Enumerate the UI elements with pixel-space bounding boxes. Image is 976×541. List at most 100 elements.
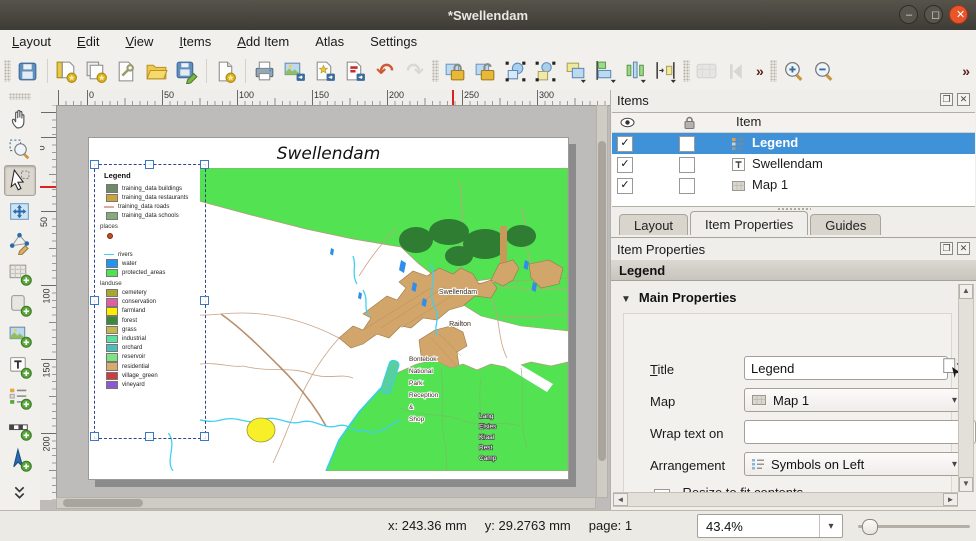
main-properties-section-header[interactable]: ▼Main Properties bbox=[621, 290, 736, 305]
items-row-map[interactable]: ✓ Map 1 bbox=[612, 175, 975, 196]
more-tools-button[interactable] bbox=[4, 477, 36, 508]
menu-atlas[interactable]: Atlas bbox=[315, 34, 344, 49]
save-project-button[interactable] bbox=[13, 56, 43, 86]
float-panel-icon[interactable]: ❐ bbox=[940, 93, 953, 106]
scroll-right-icon[interactable]: ► bbox=[943, 493, 958, 506]
tab-guides[interactable]: Guides bbox=[810, 214, 881, 235]
canvas-horizontal-scrollbar[interactable] bbox=[56, 497, 596, 509]
selection-handle[interactable] bbox=[90, 296, 99, 305]
scroll-up-icon[interactable]: ▲ bbox=[959, 284, 973, 299]
zoom-in-button[interactable] bbox=[779, 56, 809, 86]
toolbar-overflow-button[interactable]: » bbox=[752, 63, 768, 79]
close-panel-icon[interactable]: ✕ bbox=[957, 242, 970, 255]
visibility-checkbox[interactable]: ✓ bbox=[617, 157, 633, 173]
align-items-button[interactable] bbox=[591, 56, 621, 86]
tab-layout[interactable]: Layout bbox=[619, 214, 688, 235]
layout-manager-button[interactable] bbox=[112, 56, 142, 86]
selection-handle[interactable] bbox=[200, 432, 209, 441]
items-row-label[interactable]: ✓ Swellendam bbox=[612, 154, 975, 175]
raise-items-button[interactable] bbox=[561, 56, 591, 86]
zoom-slider[interactable] bbox=[858, 525, 970, 528]
menu-settings[interactable]: Settings bbox=[370, 34, 417, 49]
resize-items-button[interactable] bbox=[651, 56, 681, 86]
map-combo[interactable]: Map 1 ▾ bbox=[744, 388, 964, 412]
minimize-button[interactable]: – bbox=[899, 5, 918, 24]
add-scalebar-button[interactable] bbox=[4, 413, 36, 444]
items-row-legend[interactable]: ✓ Legend bbox=[612, 133, 975, 154]
scrollbar-slider[interactable] bbox=[63, 499, 143, 507]
distribute-items-button[interactable] bbox=[621, 56, 651, 86]
undo-button[interactable]: ↶ bbox=[370, 56, 400, 86]
open-layout-button[interactable] bbox=[142, 56, 172, 86]
pan-tool-button[interactable] bbox=[4, 103, 36, 134]
scroll-down-icon[interactable]: ▼ bbox=[959, 477, 973, 492]
select-move-item-tool-button[interactable] bbox=[4, 165, 36, 196]
menu-view[interactable]: View bbox=[125, 34, 153, 49]
lock-checkbox[interactable] bbox=[679, 178, 695, 194]
lock-checkbox[interactable] bbox=[679, 157, 695, 173]
lock-items-button[interactable] bbox=[441, 56, 471, 86]
unlock-items-button[interactable] bbox=[471, 56, 501, 86]
atlas-settings-button[interactable] bbox=[692, 56, 722, 86]
selection-handle[interactable] bbox=[145, 432, 154, 441]
export-as-image-button[interactable] bbox=[280, 56, 310, 86]
wrap-text-input[interactable] bbox=[744, 420, 976, 444]
toolbar-overflow-button[interactable]: » bbox=[958, 63, 974, 79]
close-panel-icon[interactable]: ✕ bbox=[957, 93, 970, 106]
properties-horizontal-scrollbar[interactable]: ◄ ► bbox=[613, 492, 958, 507]
legend-item[interactable]: Legend training_data buildingstraining_d… bbox=[98, 168, 200, 433]
atlas-first-feature-button[interactable] bbox=[722, 56, 752, 86]
add-north-arrow-button[interactable] bbox=[4, 444, 36, 475]
toolbar-grip[interactable] bbox=[770, 60, 777, 82]
export-as-svg-button[interactable] bbox=[310, 56, 340, 86]
toolbar-grip[interactable] bbox=[683, 60, 690, 82]
selection-handle[interactable] bbox=[90, 432, 99, 441]
lock-checkbox[interactable] bbox=[679, 136, 695, 152]
arrangement-combo[interactable]: Symbols on Left ▾ bbox=[744, 452, 964, 476]
add-picture-button[interactable] bbox=[4, 320, 36, 351]
print-button[interactable] bbox=[250, 56, 280, 86]
add-legend-button[interactable] bbox=[4, 382, 36, 413]
close-button[interactable]: ✕ bbox=[949, 5, 968, 24]
maximize-button[interactable]: ◻ bbox=[924, 5, 943, 24]
legend-title-input[interactable] bbox=[744, 356, 948, 380]
toolbar-grip[interactable] bbox=[9, 93, 31, 100]
menu-layout[interactable]: Layout bbox=[12, 34, 51, 49]
visibility-checkbox[interactable]: ✓ bbox=[617, 178, 633, 194]
properties-vertical-scrollbar[interactable]: ▲ ▼ bbox=[958, 284, 974, 492]
horizontal-ruler[interactable]: 050100150200250300 bbox=[56, 90, 610, 106]
selection-handle[interactable] bbox=[200, 160, 209, 169]
tab-item-properties[interactable]: Item Properties bbox=[690, 211, 808, 235]
zoom-tool-button[interactable] bbox=[4, 134, 36, 165]
save-as-button[interactable] bbox=[172, 56, 202, 86]
redo-button[interactable]: ↷ bbox=[400, 56, 430, 86]
duplicate-layout-button[interactable] bbox=[82, 56, 112, 86]
selection-handle[interactable] bbox=[145, 160, 154, 169]
add-map-button[interactable] bbox=[4, 258, 36, 289]
selection-handle[interactable] bbox=[200, 296, 209, 305]
new-layout-button[interactable] bbox=[52, 56, 82, 86]
add-items-from-template-button[interactable] bbox=[211, 56, 241, 86]
menu-edit[interactable]: Edit bbox=[77, 34, 99, 49]
ungroup-items-button[interactable] bbox=[531, 56, 561, 86]
toolbar-grip[interactable] bbox=[432, 60, 439, 82]
selection-handle[interactable] bbox=[90, 160, 99, 169]
ellipse-item[interactable] bbox=[247, 418, 275, 442]
export-as-pdf-button[interactable] bbox=[340, 56, 370, 86]
zoom-slider-handle[interactable] bbox=[862, 519, 878, 535]
zoom-out-button[interactable] bbox=[809, 56, 839, 86]
menu-add-item[interactable]: Add Item bbox=[237, 34, 289, 49]
scroll-left-icon[interactable]: ◄ bbox=[613, 493, 628, 506]
group-items-button[interactable] bbox=[501, 56, 531, 86]
move-item-content-tool-button[interactable] bbox=[4, 196, 36, 227]
menu-items[interactable]: Items bbox=[179, 34, 211, 49]
page-title-label[interactable]: Swellendam bbox=[89, 144, 568, 164]
toolbar-grip[interactable] bbox=[4, 60, 11, 82]
add-shape-button[interactable] bbox=[4, 289, 36, 320]
layout-page[interactable]: Swellendam bbox=[88, 137, 569, 480]
float-panel-icon[interactable]: ❐ bbox=[940, 242, 953, 255]
zoom-level-combo[interactable]: 43.4% ▾ bbox=[697, 514, 843, 538]
vertical-ruler[interactable]: 050100150200 bbox=[40, 105, 57, 500]
visibility-checkbox[interactable]: ✓ bbox=[617, 136, 633, 152]
scrollbar-slider[interactable] bbox=[598, 141, 606, 461]
